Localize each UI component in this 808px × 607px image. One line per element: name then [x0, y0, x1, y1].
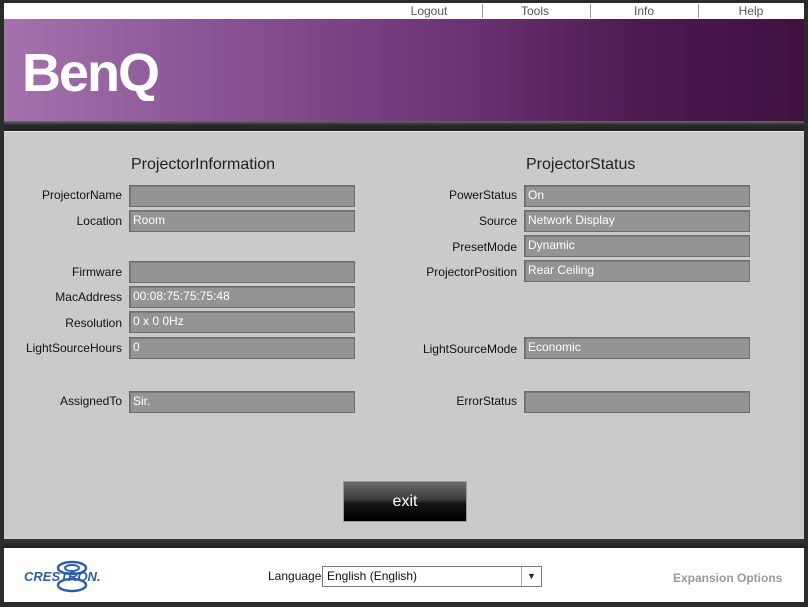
- nav-separator: [590, 4, 591, 18]
- source-field: Network Display: [524, 210, 750, 232]
- help-link[interactable]: Help: [716, 4, 786, 19]
- location-label: Location: [76, 214, 122, 228]
- source-label: Source: [478, 214, 517, 228]
- tools-link[interactable]: Tools: [500, 4, 570, 19]
- projector-information-title: ProjectorInformation: [131, 156, 276, 173]
- projector-name-field: [129, 185, 355, 207]
- benq-logo: BenQ: [22, 43, 160, 101]
- preset-mode-label: PresetMode: [452, 240, 517, 254]
- nav-separator: [482, 4, 483, 18]
- projector-status-title: ProjectorStatus: [526, 156, 636, 173]
- error-status-label: ErrorStatus: [456, 394, 517, 408]
- preset-mode-field: Dynamic: [524, 235, 750, 257]
- header-banner: BenQ: [4, 19, 804, 121]
- power-status-field: On: [524, 185, 750, 207]
- language-select-value: English (English): [327, 569, 418, 583]
- light-source-hours-field: 0: [129, 337, 355, 359]
- resolution-field: 0 x 0 0Hz: [129, 311, 355, 333]
- benq-logo-text: BenQ: [22, 43, 158, 101]
- firmware-field: [129, 261, 355, 283]
- mac-address-field: 00:08:75:75:75:48: [129, 286, 355, 308]
- assigned-to-field: Sir.: [129, 391, 355, 413]
- location-field: Room: [129, 210, 355, 232]
- light-source-mode-field: Economic: [524, 337, 750, 359]
- language-label: Language: [268, 569, 322, 583]
- footer: CRESTRON. Language English (English) ▼ E…: [4, 548, 804, 602]
- crestron-logo-text: CRESTRON.: [24, 569, 101, 584]
- firmware-label: Firmware: [72, 265, 122, 279]
- exit-button[interactable]: exit: [343, 481, 467, 522]
- light-source-hours-label: LightSourceHours: [25, 341, 122, 355]
- main-panel: ProjectorInformation ProjectorStatus Pro…: [4, 131, 804, 539]
- assigned-to-label: AssignedTo: [59, 394, 122, 408]
- error-status-field: [524, 391, 750, 413]
- app-frame: Logout Tools Info Help BenQ ProjectorInf…: [0, 0, 808, 607]
- language-select[interactable]: English (English) ▼: [322, 566, 542, 587]
- top-nav: Logout Tools Info Help: [4, 3, 804, 19]
- info-link[interactable]: Info: [609, 4, 679, 19]
- chevron-down-icon[interactable]: ▼: [521, 567, 541, 586]
- footer-divider: [4, 539, 804, 548]
- banner-divider: [4, 121, 804, 131]
- projector-position-label: ProjectorPosition: [426, 265, 517, 279]
- expansion-options-link[interactable]: Expansion Options: [673, 571, 782, 585]
- projector-position-field: Rear Ceiling: [524, 260, 750, 282]
- power-status-label: PowerStatus: [448, 188, 517, 202]
- resolution-label: Resolution: [65, 316, 122, 330]
- light-source-mode-label: LightSourceMode: [422, 342, 517, 356]
- mac-address-label: MacAddress: [55, 290, 122, 304]
- projector-name-label: ProjectorName: [41, 188, 122, 202]
- logout-link[interactable]: Logout: [394, 4, 464, 19]
- nav-separator: [698, 4, 699, 18]
- crestron-logo: CRESTRON.: [24, 560, 101, 593]
